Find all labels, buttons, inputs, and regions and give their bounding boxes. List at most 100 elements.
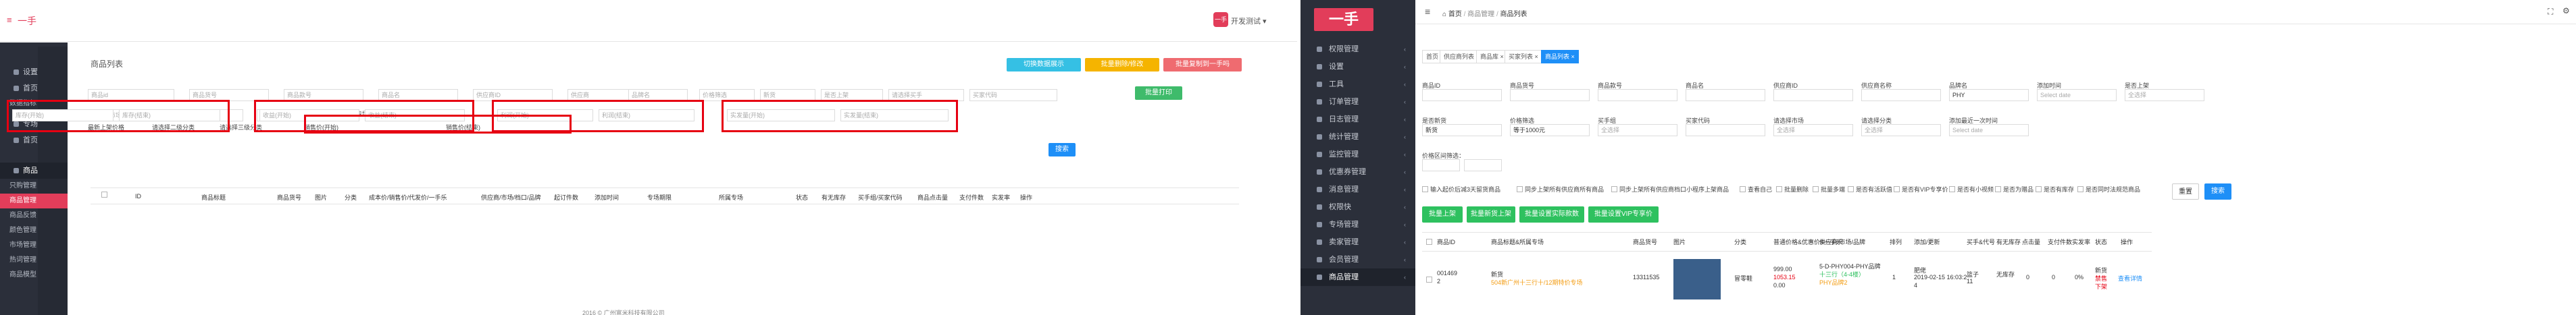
checkbox-option[interactable]: 是否有VIP专享价 <box>1894 185 1948 194</box>
sidebar-item[interactable]: 商品管理 ‹ <box>1300 268 1415 286</box>
sidebar-item[interactable]: 权限管理 ‹ <box>1300 40 1415 58</box>
checkbox-option[interactable]: 是否为赠品 <box>1995 185 2034 194</box>
sidebar-item[interactable]: 首页 <box>0 80 68 96</box>
checkbox-option[interactable]: 是否有库存 <box>2036 185 2074 194</box>
sidebar-item[interactable]: 优惠券管理 ‹ <box>1300 163 1415 181</box>
filter-input[interactable] <box>1464 159 1502 171</box>
checkbox-option[interactable]: 批量多端 <box>1813 185 1845 194</box>
main-content: 商品列表 切换数据展示 批量删除/修改 批量复制到一手吗 批量打印 商品id 商品货号 商品… <box>7 47 1290 315</box>
sidebar-item[interactable]: 首页 <box>0 132 68 148</box>
sidebar-item[interactable]: 权限快 ‹ <box>1300 198 1415 216</box>
checkbox-option[interactable]: 是否有小视频 <box>1949 185 1994 194</box>
sidebar-item[interactable]: 颜色管理 <box>0 223 68 238</box>
range-start-input[interactable]: 实发量(开始) <box>727 109 835 121</box>
checkbox[interactable] <box>1813 186 1819 192</box>
sidebar-item[interactable]: 监控管理 ‹ <box>1300 146 1415 163</box>
filter-input[interactable]: 全选择 <box>1773 124 1853 136</box>
user-menu[interactable]: 开发测试 ▾ <box>1231 16 1267 26</box>
checkbox-option[interactable]: 是否同时法规范商品 <box>2077 185 2140 194</box>
filter-input[interactable] <box>1422 89 1502 101</box>
checkbox-option[interactable]: 查看自己 <box>1740 185 1772 194</box>
filter-input[interactable]: Select date <box>1949 124 2029 136</box>
chevron-icon: ‹ <box>1404 221 1406 228</box>
sidebar-item[interactable]: 商品 <box>0 163 68 179</box>
view-detail-link[interactable]: 查看详情 <box>2118 274 2142 283</box>
checkbox-option[interactable]: 同步上架所有供应商所有商品 <box>1517 185 1604 194</box>
table-cell: 4 <box>1914 282 1918 289</box>
toolbar-button[interactable]: 切换数据展示 <box>1007 58 1081 71</box>
filter-input[interactable] <box>1686 89 1765 101</box>
checkbox[interactable] <box>1422 186 1428 192</box>
action-button[interactable]: 批量设置VIP专享价 <box>1588 206 1659 223</box>
avatar[interactable]: 一手 <box>1213 12 1228 27</box>
filter-input[interactable] <box>1510 89 1590 101</box>
action-button[interactable]: 搜索 <box>2204 183 2231 200</box>
checkbox[interactable] <box>1848 186 1854 192</box>
checkbox[interactable] <box>1740 186 1746 192</box>
sidebar-item[interactable]: 商品模型 <box>0 268 68 283</box>
checkbox[interactable] <box>2036 186 2042 192</box>
checkbox-option[interactable]: 是否有活跃值 <box>1848 185 1892 194</box>
sidebar-item[interactable]: 热词管理 <box>0 253 68 268</box>
action-button[interactable]: 重置 <box>2172 183 2199 200</box>
action-button[interactable]: 批量新货上架 <box>1467 206 1515 223</box>
sidebar-item[interactable]: 卖家管理 ‹ <box>1300 233 1415 251</box>
sidebar-item[interactable]: 只购管理 <box>0 179 68 194</box>
toolbar-button[interactable]: 批量删除/修改 <box>1085 58 1159 71</box>
checkbox[interactable] <box>1894 186 1900 192</box>
filter-input[interactable]: 全选择 <box>1861 124 1941 136</box>
product-thumbnail[interactable] <box>1673 259 1721 299</box>
filter-input[interactable] <box>1773 89 1853 101</box>
toolbar-button[interactable]: 批量复制到一手吗 <box>1163 58 1242 71</box>
checkbox-option[interactable]: 批量删除 <box>1776 185 1809 194</box>
filter-input[interactable] <box>1422 159 1460 171</box>
search-button[interactable]: 搜索 <box>1049 143 1076 156</box>
sidebar-item[interactable]: 会员管理 ‹ <box>1300 251 1415 268</box>
range-end-input[interactable]: 实发量(结束) <box>840 109 949 121</box>
table-header-cell: 商品货号 <box>1633 239 1658 246</box>
select-all-checkbox[interactable] <box>101 192 107 198</box>
sidebar-item[interactable]: 统计管理 ‹ <box>1300 128 1415 146</box>
row-checkbox[interactable] <box>1426 277 1432 283</box>
table-cell: 13311535 <box>1633 274 1660 281</box>
action-button[interactable]: 批量设置实际款数 <box>1519 206 1584 223</box>
checkbox[interactable] <box>1776 186 1782 192</box>
menu-toggle-icon[interactable]: ≡ <box>7 15 12 25</box>
sidebar-item[interactable]: 日志管理 ‹ <box>1300 111 1415 128</box>
sidebar-item[interactable]: 设置 ‹ <box>1300 58 1415 76</box>
filter-input[interactable]: 等于1000元 <box>1510 124 1590 136</box>
table-cell: 冒零鞋 <box>1734 275 1753 282</box>
sidebar-item[interactable]: 商品管理 <box>0 194 68 208</box>
sidebar-item[interactable]: 商品反馈 <box>0 208 68 223</box>
sidebar-item[interactable]: 专场管理 ‹ <box>1300 216 1415 233</box>
filter-input[interactable] <box>1598 89 1677 101</box>
checkbox[interactable] <box>1611 186 1617 192</box>
sidebar-item[interactable]: 订单管理 ‹ <box>1300 93 1415 111</box>
toolbar-button[interactable]: 批量打印 <box>1135 86 1182 100</box>
select-all-checkbox[interactable] <box>1426 239 1432 245</box>
filter-input[interactable] <box>1861 89 1941 101</box>
menu-icon <box>1317 82 1322 87</box>
sidebar-item[interactable]: 市场管理 <box>0 238 68 253</box>
menu-icon <box>14 69 19 75</box>
filter-input[interactable]: PHY <box>1949 89 2029 101</box>
checkbox[interactable] <box>1517 186 1523 192</box>
action-button[interactable]: 批量上架 <box>1422 206 1463 223</box>
sidebar-item[interactable]: 消息管理 ‹ <box>1300 181 1415 198</box>
range-end-input[interactable]: 利润(结束) <box>599 109 694 121</box>
checkbox[interactable] <box>1995 186 2001 192</box>
checkbox-option[interactable]: 输入起价后减3天留货商品 <box>1422 185 1500 194</box>
range-end-input[interactable]: 库存(结束) <box>119 109 220 121</box>
range-start-input[interactable]: 库存(开始) <box>12 109 113 121</box>
search-field[interactable]: 买家代码 <box>969 89 1057 101</box>
filter-input[interactable]: 全选择 <box>1598 124 1677 136</box>
filter-input[interactable] <box>1686 124 1765 136</box>
filter-input[interactable]: Select date <box>2037 89 2117 101</box>
filter-input[interactable]: 全选择 <box>2125 89 2204 101</box>
checkbox[interactable] <box>2077 186 2083 192</box>
filter-input[interactable]: 新货 <box>1422 124 1502 136</box>
sidebar-item[interactable]: 设置 <box>0 64 68 80</box>
checkbox[interactable] <box>1949 186 1955 192</box>
checkbox-option[interactable]: 同步上架所有供应商档口小程序上架商品 <box>1611 185 1729 194</box>
sidebar-item[interactable]: 工具 ‹ <box>1300 76 1415 93</box>
